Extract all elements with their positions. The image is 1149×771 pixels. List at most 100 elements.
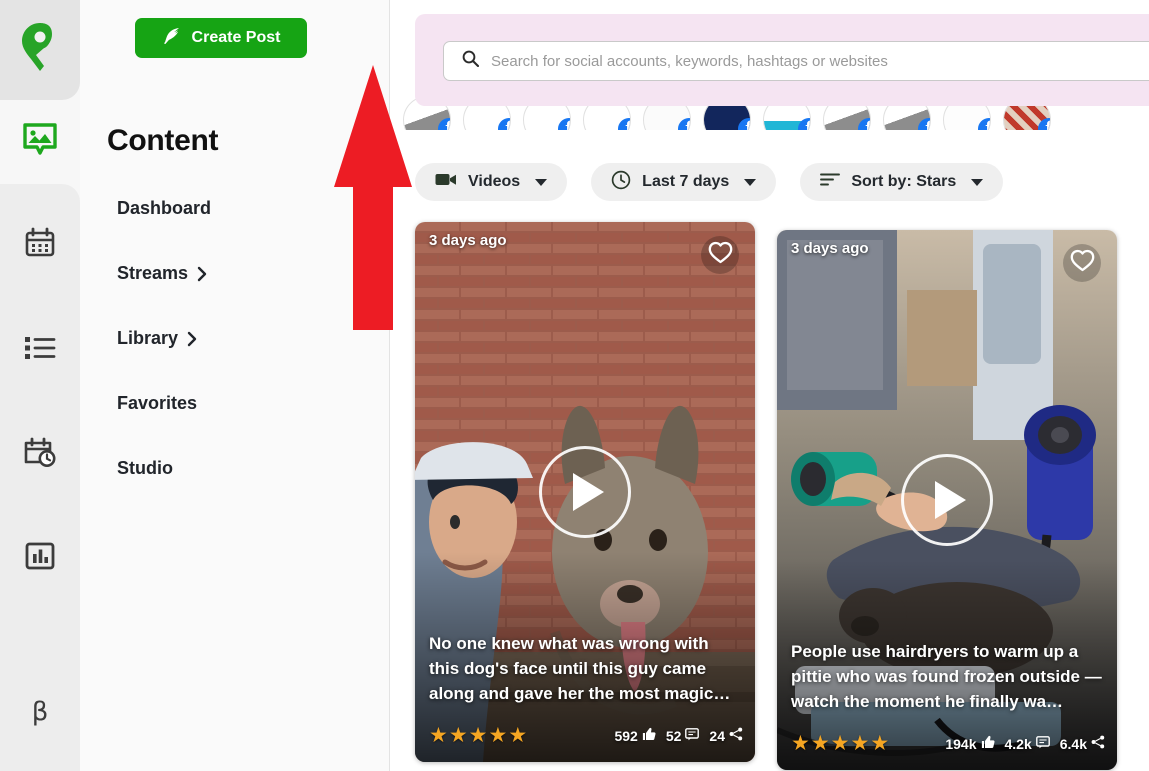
chevron-right-icon (197, 266, 208, 282)
search-icon (462, 50, 480, 72)
chevron-down-icon (744, 178, 757, 186)
thumbs-up-icon (981, 735, 995, 752)
play-icon (935, 481, 966, 519)
clock-icon (611, 170, 631, 195)
sidebar-item-studio[interactable]: Studio (117, 452, 367, 485)
play-button[interactable] (539, 446, 631, 538)
chevron-down-icon (971, 178, 984, 186)
rail-item-beta[interactable]: β (0, 682, 80, 742)
star-icon: ★ (830, 732, 850, 755)
sidebar-item-streams[interactable]: Streams (117, 257, 367, 290)
filter-sort-label: Sort by: Stars (851, 173, 957, 190)
app-root: β Create Post Content Dashboard Streams (0, 0, 1149, 771)
share-icon (729, 727, 743, 744)
rail-item-analytics[interactable] (0, 528, 80, 588)
star-rating: ★ ★ ★ ★ ★ (429, 725, 527, 746)
icon-rail: β (0, 0, 80, 771)
play-button[interactable] (901, 454, 993, 546)
like-stat: 194k (945, 735, 995, 752)
comment-stat: 52 (666, 728, 700, 744)
card-meta: ★ ★ ★ ★ ★ 194k 4.2k 6.4k (791, 733, 1105, 754)
engagement-stats: 592 52 24 (614, 727, 743, 744)
like-count: 194k (945, 735, 977, 752)
filter-date-label: Last 7 days (642, 173, 730, 190)
heart-icon (1070, 249, 1095, 277)
comment-icon (1035, 735, 1050, 752)
sidebar-item-label: Studio (117, 458, 173, 478)
thumbs-up-icon (642, 727, 656, 744)
rail-item-list[interactable] (0, 320, 80, 380)
like-count: 592 (614, 727, 638, 744)
chevron-right-icon (187, 331, 198, 347)
comment-count: 4.2k (1004, 735, 1032, 752)
star-icon: ★ (810, 732, 830, 755)
comment-stat: 4.2k (1005, 736, 1050, 752)
sidebar-item-label: Streams (117, 263, 189, 283)
sidebar-item-dashboard[interactable]: Dashboard (117, 192, 367, 225)
sidebar-item-library[interactable]: Library (117, 322, 367, 355)
content-sidebar: Create Post Content Dashboard Streams Li… (80, 0, 412, 771)
rail-item-content[interactable] (0, 111, 80, 171)
share-count: 6.4k (1059, 735, 1087, 752)
beta-label: β (31, 697, 49, 727)
star-icon: ★ (448, 724, 468, 747)
star-icon: ★ (488, 724, 508, 747)
filter-sort[interactable]: Sort by: Stars (800, 163, 1004, 201)
card-meta: ★ ★ ★ ★ ★ 592 52 24 (429, 725, 743, 746)
sidebar-item-label: Library (117, 328, 179, 348)
list-icon (24, 335, 56, 366)
share-count: 24 (709, 727, 725, 744)
star-icon: ★ (791, 732, 810, 755)
star-icon: ★ (508, 724, 528, 747)
star-icon: ★ (468, 724, 488, 747)
share-stat: 24 (709, 727, 743, 744)
rail-item-schedule[interactable] (0, 424, 80, 484)
video-camera-icon (435, 172, 457, 192)
star-icon: ★ (429, 724, 448, 747)
favorite-button[interactable] (1063, 244, 1101, 282)
search-placeholder: Search for social accounts, keywords, ha… (491, 52, 888, 70)
sidebar-nav: Dashboard Streams Library Favorites Stud… (117, 192, 367, 517)
comment-count: 52 (665, 727, 682, 744)
card-timestamp: 3 days ago (429, 232, 507, 249)
like-stat: 592 (614, 727, 656, 744)
card-timestamp: 3 days ago (791, 240, 869, 257)
bar-chart-icon (24, 540, 56, 577)
comment-icon (685, 727, 700, 744)
favorite-button[interactable] (701, 236, 739, 274)
filter-type[interactable]: Videos (415, 163, 568, 201)
video-card-grid: 3 days ago No one knew what was wrong wi… (415, 222, 1117, 770)
app-logo[interactable] (0, 0, 80, 100)
chevron-down-icon (535, 178, 548, 186)
heart-icon (708, 241, 733, 269)
sidebar-item-label: Dashboard (117, 198, 212, 218)
filter-bar: Videos Last 7 days Sort by: Stars (415, 163, 1004, 201)
video-card[interactable]: 3 days ago People use hairdryers to warm… (777, 230, 1117, 770)
engagement-stats: 194k 4.2k 6.4k (945, 735, 1105, 752)
calendar-icon (24, 227, 56, 264)
video-card[interactable]: 3 days ago No one knew what was wrong wi… (415, 222, 755, 762)
create-post-button[interactable]: Create Post (135, 18, 307, 58)
star-rating: ★ ★ ★ ★ ★ (791, 733, 889, 754)
rail-item-calendar[interactable] (0, 215, 80, 275)
share-icon (1091, 735, 1105, 752)
filter-date-range[interactable]: Last 7 days (591, 163, 777, 201)
search-panel: Search for social accounts, keywords, ha… (415, 14, 1149, 106)
sidebar-item-favorites[interactable]: Favorites (117, 387, 367, 420)
share-stat: 6.4k (1060, 735, 1105, 752)
star-icon: ★ (870, 732, 890, 755)
feather-icon (162, 26, 182, 51)
create-post-label: Create Post (191, 29, 281, 46)
card-caption: People use hairdryers to warm up a pitti… (791, 641, 1102, 711)
search-input[interactable]: Search for social accounts, keywords, ha… (443, 41, 1149, 81)
play-icon (573, 473, 604, 511)
filter-type-label: Videos (468, 173, 521, 190)
star-icon: ★ (850, 732, 870, 755)
sidebar-item-label: Favorites (117, 393, 198, 413)
sort-icon (820, 172, 841, 192)
page-title: Content (107, 124, 219, 157)
location-pin-logo-icon (19, 21, 61, 80)
calendar-clock-icon (23, 436, 57, 473)
card-caption: No one knew what was wrong with this dog… (429, 633, 731, 703)
image-post-icon (22, 122, 58, 161)
